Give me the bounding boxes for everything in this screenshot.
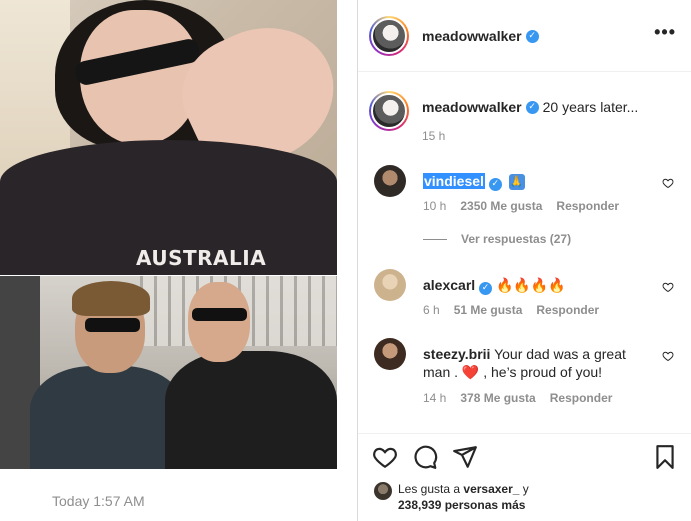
caption-time: 15 h xyxy=(422,129,446,143)
comment-time: 14 h xyxy=(423,391,447,405)
comment-like-count[interactable]: 2350 Me gusta xyxy=(460,199,542,213)
caption-text: 20 years later... xyxy=(542,99,639,115)
liker-username[interactable]: versaxer_ xyxy=(463,482,519,496)
author-username[interactable]: meadowwalker xyxy=(422,28,522,44)
reply-button[interactable]: Responder xyxy=(536,303,599,317)
commenter-username[interactable]: steezy.brii xyxy=(423,346,490,362)
comment-time: 6 h xyxy=(423,303,440,317)
post-panel: meadowwalker ✓ ••• meadowwalker ✓ 20 yea… xyxy=(358,0,691,521)
more-options-button[interactable]: ••• xyxy=(654,22,676,43)
author-avatar[interactable] xyxy=(369,16,409,56)
photo-bottom xyxy=(0,276,337,469)
likes-summary[interactable]: Les gusta a versaxer_ y 238,939 personas… xyxy=(374,481,529,513)
caption-username[interactable]: meadowwalker xyxy=(422,99,522,115)
comment-like-count[interactable]: 51 Me gusta xyxy=(454,303,523,317)
commenter-avatar[interactable] xyxy=(374,165,406,197)
comment-text-part: , he’s proud of you! xyxy=(479,364,603,380)
reply-button[interactable]: Responder xyxy=(556,199,619,213)
comment-like-count[interactable]: 378 Me gusta xyxy=(460,391,535,405)
verified-badge-icon: ✓ xyxy=(479,282,493,295)
comment-text: 🔥🔥🔥🔥 xyxy=(495,277,566,293)
comments-list[interactable]: meadowwalker ✓ 20 years later... 15 h vi… xyxy=(358,73,691,433)
like-comment-heart-icon[interactable] xyxy=(662,281,674,293)
action-bar: Les gusta a versaxer_ y 238,939 personas… xyxy=(358,433,691,521)
bookmark-icon[interactable] xyxy=(652,444,678,470)
likes-count[interactable]: 238,939 personas más xyxy=(398,498,525,512)
liker-avatar xyxy=(374,482,392,500)
verified-badge-icon: ✓ xyxy=(488,178,502,191)
caption-avatar[interactable] xyxy=(369,91,409,131)
comment-text: 🙏 xyxy=(508,174,525,191)
shirt-print-text: AUSTRALIA xyxy=(136,246,267,270)
message-timestamp: Today 1:57 AM xyxy=(52,493,145,509)
likes-prefix: Les gusta a xyxy=(398,482,461,496)
likes-joiner: y xyxy=(522,482,529,496)
media-column: AUSTRALIA Today 1:57 AM xyxy=(0,0,358,521)
photo-top: AUSTRALIA xyxy=(0,0,337,275)
share-icon[interactable] xyxy=(452,444,478,470)
commenter-username[interactable]: alexcarl xyxy=(423,277,475,293)
commenter-avatar[interactable] xyxy=(374,269,406,301)
like-comment-heart-icon[interactable] xyxy=(662,350,674,362)
view-replies-button[interactable]: Ver respuestas (27) xyxy=(423,232,571,246)
heart-emoji: ❤️ xyxy=(461,364,480,380)
post-header: meadowwalker ✓ ••• xyxy=(358,0,691,72)
like-comment-heart-icon[interactable] xyxy=(662,177,674,189)
verified-badge-icon: ✓ xyxy=(525,100,539,114)
verified-badge-icon: ✓ xyxy=(525,29,539,43)
heart-outline-icon[interactable] xyxy=(372,444,398,470)
commenter-username[interactable]: vindiesel xyxy=(423,173,485,189)
reply-button[interactable]: Responder xyxy=(550,391,613,405)
comment-time: 10 h xyxy=(423,199,447,213)
comment-icon[interactable] xyxy=(412,444,438,470)
commenter-avatar[interactable] xyxy=(374,338,406,370)
